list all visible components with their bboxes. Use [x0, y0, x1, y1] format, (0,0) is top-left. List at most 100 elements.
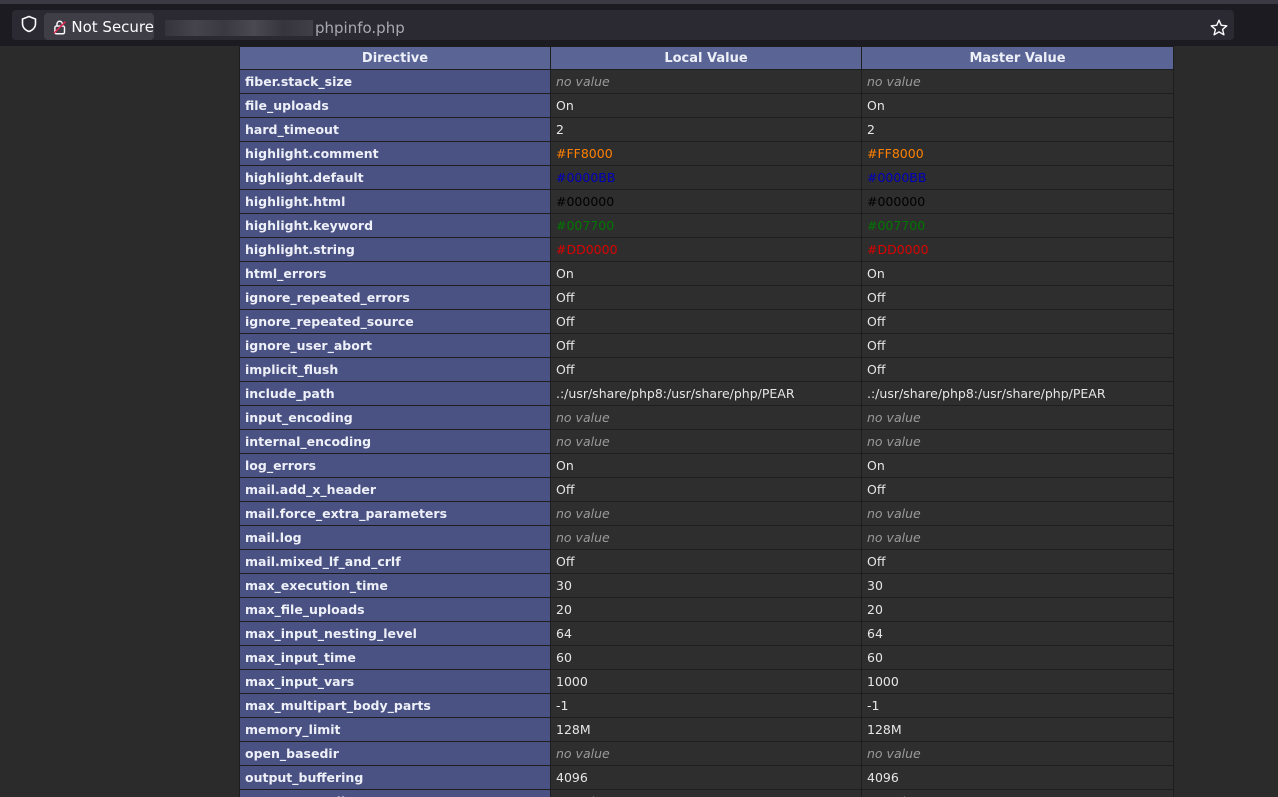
table-row: mail.mixed_lf_and_crlf Off Off	[239, 549, 1174, 574]
directive-name: max_input_nesting_level	[239, 621, 551, 646]
browser-toolbar: Not Secure phpinfo.php	[0, 0, 1278, 46]
table-row: log_errors On On	[239, 453, 1174, 478]
local-value: no value	[550, 69, 862, 94]
table-row: highlight.html #000000 #000000	[239, 189, 1174, 214]
master-value: Off	[861, 309, 1174, 334]
master-value: 20	[861, 597, 1174, 622]
local-value: no value	[550, 429, 862, 454]
master-value: no value	[861, 501, 1174, 526]
master-value: 4096	[861, 765, 1174, 790]
table-row: highlight.comment #FF8000 #FF8000	[239, 141, 1174, 166]
local-value: #0000BB	[550, 165, 862, 190]
master-value: Off	[861, 333, 1174, 358]
directive-name: highlight.default	[239, 165, 551, 190]
ini-directives-table: Directive Local Value Master Value fiber…	[239, 46, 1174, 797]
table-row: memory_limit 128M 128M	[239, 717, 1174, 742]
star-icon[interactable]	[1209, 18, 1229, 38]
directive-name: open_basedir	[239, 741, 551, 766]
header-master-value: Master Value	[861, 46, 1174, 70]
master-value: Off	[861, 477, 1174, 502]
shield-icon[interactable]	[20, 15, 38, 33]
page-content: Directive Local Value Master Value fiber…	[0, 46, 1278, 797]
table-row: ignore_repeated_source Off Off	[239, 309, 1174, 334]
directive-name: mail.force_extra_parameters	[239, 501, 551, 526]
directive-name: highlight.string	[239, 237, 551, 262]
local-value: On	[550, 261, 862, 286]
master-value: Off	[861, 357, 1174, 382]
master-value: #000000	[861, 189, 1174, 214]
directive-name: fiber.stack_size	[239, 69, 551, 94]
table-row: highlight.keyword #007700 #007700	[239, 213, 1174, 238]
table-row: max_multipart_body_parts -1 -1	[239, 693, 1174, 718]
master-value: #007700	[861, 213, 1174, 238]
local-value: #007700	[550, 213, 862, 238]
master-value: 30	[861, 573, 1174, 598]
directive-name: input_encoding	[239, 405, 551, 430]
directive-name: max_file_uploads	[239, 597, 551, 622]
local-value: #FF8000	[550, 141, 862, 166]
local-value: Off	[550, 333, 862, 358]
table-row: mail.add_x_header Off Off	[239, 477, 1174, 502]
header-local-value: Local Value	[550, 46, 862, 70]
table-row: ignore_repeated_errors Off Off	[239, 285, 1174, 310]
local-value: #000000	[550, 189, 862, 214]
table-row: max_input_time 60 60	[239, 645, 1174, 670]
local-value: 20	[550, 597, 862, 622]
local-value: 4096	[550, 765, 862, 790]
table-row: ignore_user_abort Off Off	[239, 333, 1174, 358]
table-header-row: Directive Local Value Master Value	[239, 46, 1174, 70]
security-label: Not Secure	[71, 17, 154, 36]
table-row: open_basedir no value no value	[239, 741, 1174, 766]
redacted-host	[165, 20, 313, 36]
table-row: max_file_uploads 20 20	[239, 597, 1174, 622]
table-row: max_input_nesting_level 64 64	[239, 621, 1174, 646]
master-value: #0000BB	[861, 165, 1174, 190]
table-row: file_uploads On On	[239, 93, 1174, 118]
directive-name: highlight.html	[239, 189, 551, 214]
directive-name: hard_timeout	[239, 117, 551, 142]
master-value: 60	[861, 645, 1174, 670]
directive-name: ignore_repeated_errors	[239, 285, 551, 310]
table-row: max_input_vars 1000 1000	[239, 669, 1174, 694]
master-value: no value	[861, 789, 1174, 797]
local-value: -1	[550, 693, 862, 718]
directive-name: file_uploads	[239, 93, 551, 118]
local-value: no value	[550, 789, 862, 797]
master-value: no value	[861, 405, 1174, 430]
header-directive: Directive	[239, 46, 551, 70]
directive-name: log_errors	[239, 453, 551, 478]
table-row: highlight.default #0000BB #0000BB	[239, 165, 1174, 190]
local-value: no value	[550, 405, 862, 430]
master-value: On	[861, 261, 1174, 286]
url-text[interactable]: phpinfo.php	[315, 19, 405, 37]
directive-name: mail.mixed_lf_and_crlf	[239, 549, 551, 574]
local-value: Off	[550, 357, 862, 382]
table-row: include_path .:/usr/share/php8:/usr/share…	[239, 381, 1174, 406]
table-row: html_errors On On	[239, 261, 1174, 286]
local-value: Off	[550, 549, 862, 574]
directive-name: output_encoding	[239, 789, 551, 797]
directive-name: ignore_user_abort	[239, 333, 551, 358]
local-value: On	[550, 453, 862, 478]
directive-name: output_buffering	[239, 765, 551, 790]
directive-name: memory_limit	[239, 717, 551, 742]
directive-name: highlight.keyword	[239, 213, 551, 238]
local-value: 60	[550, 645, 862, 670]
table-row: output_buffering 4096 4096	[239, 765, 1174, 790]
master-value: On	[861, 453, 1174, 478]
table-row: mail.log no value no value	[239, 525, 1174, 550]
directive-name: implicit_flush	[239, 357, 551, 382]
lock-icon	[53, 20, 66, 34]
table-row: mail.force_extra_parameters no value no va…	[239, 501, 1174, 526]
local-value: On	[550, 93, 862, 118]
local-value: .:/usr/share/php8:/usr/share/php/PEAR	[550, 381, 862, 406]
directive-name: max_input_time	[239, 645, 551, 670]
table-row: input_encoding no value no value	[239, 405, 1174, 430]
table-row: fiber.stack_size no value no value	[239, 69, 1174, 94]
local-value: 128M	[550, 717, 862, 742]
local-value: #DD0000	[550, 237, 862, 262]
security-indicator[interactable]: Not Secure	[44, 13, 154, 40]
master-value: no value	[861, 525, 1174, 550]
master-value: .:/usr/share/php8:/usr/share/php/PEAR	[861, 381, 1174, 406]
directive-name: max_execution_time	[239, 573, 551, 598]
